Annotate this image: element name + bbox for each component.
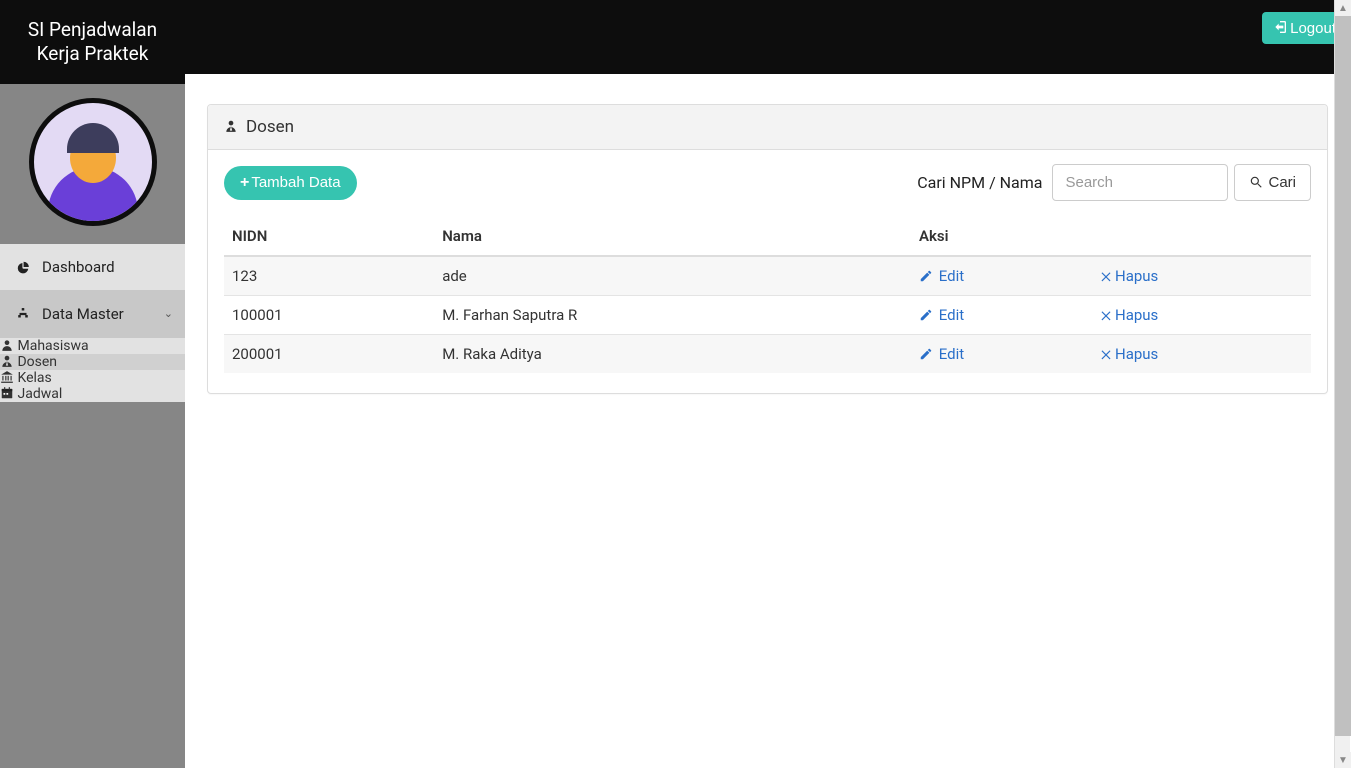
search-button-label: Cari xyxy=(1268,174,1296,191)
panel-title: Dosen xyxy=(246,117,294,137)
nav-label: Dosen xyxy=(17,354,57,370)
sidebar-item-kelas[interactable]: Kelas xyxy=(0,370,185,386)
brand-line1: SI Penjadwalan xyxy=(28,18,157,41)
cell-nidn: 200001 xyxy=(224,335,434,374)
scrollbar-thumb[interactable] xyxy=(1335,16,1351,736)
close-icon xyxy=(1099,270,1113,284)
logout-label: Logout xyxy=(1290,20,1336,37)
add-button[interactable]: + Tambah Data xyxy=(224,166,357,200)
col-nama: Nama xyxy=(434,217,911,256)
plus-icon: + xyxy=(240,174,249,192)
scrollbar[interactable]: ▲ ▼ xyxy=(1334,0,1350,768)
sidebar-item-dosen[interactable]: Dosen xyxy=(0,354,185,370)
pencil-icon xyxy=(919,309,933,323)
sub-nav: Mahasiswa Dosen Kelas xyxy=(0,338,185,402)
avatar xyxy=(29,98,157,226)
sitemap-icon xyxy=(14,307,32,321)
toolbar: + Tambah Data Cari NPM / Nama Cari xyxy=(224,164,1311,201)
calendar-icon xyxy=(0,386,17,402)
search-button[interactable]: Cari xyxy=(1234,164,1311,201)
sidebar-item-mahasiswa[interactable]: Mahasiswa xyxy=(0,338,185,354)
close-icon xyxy=(1099,348,1113,362)
dashboard-icon xyxy=(14,260,32,274)
user-icon xyxy=(0,338,17,354)
data-table: NIDN Nama Aksi 123ade EditHapus100001M. … xyxy=(224,217,1311,373)
pencil-icon xyxy=(919,348,933,362)
delete-link[interactable]: Hapus xyxy=(1099,267,1158,285)
cell-nidn: 100001 xyxy=(224,296,434,335)
nav-label: Kelas xyxy=(17,370,51,386)
sidebar-item-dashboard[interactable]: Dashboard xyxy=(0,244,185,291)
edit-link[interactable]: Edit xyxy=(919,267,964,285)
panel-dosen: Dosen + Tambah Data Cari NPM / Nama xyxy=(207,104,1328,394)
table-row: 100001M. Farhan Saputra R Edit Hapus xyxy=(224,296,1311,335)
pencil-icon xyxy=(919,270,933,284)
close-icon xyxy=(1099,309,1113,323)
cell-nama: M. Raka Aditya xyxy=(434,335,911,374)
nav-label: Dashboard xyxy=(42,258,115,276)
panel-header: Dosen xyxy=(208,105,1327,150)
cell-nidn: 123 xyxy=(224,256,434,296)
nav-label: Jadwal xyxy=(17,386,62,402)
edit-link[interactable]: Edit xyxy=(919,345,964,363)
delete-link[interactable]: Hapus xyxy=(1099,306,1158,324)
chevron-down-icon: ⌄ xyxy=(164,307,173,320)
logout-icon xyxy=(1272,19,1288,37)
user-tie-icon xyxy=(0,354,17,370)
brand: SI Penjadwalan Kerja Praktek xyxy=(0,0,185,84)
institution-icon xyxy=(0,370,17,386)
cell-nama: M. Farhan Saputra R xyxy=(434,296,911,335)
user-tie-icon xyxy=(224,119,238,135)
search-label: Cari NPM / Nama xyxy=(917,173,1042,192)
col-nidn: NIDN xyxy=(224,217,434,256)
edit-link[interactable]: Edit xyxy=(919,306,964,324)
avatar-container xyxy=(0,84,185,244)
search-icon xyxy=(1249,174,1263,191)
sidebar-item-data-master[interactable]: Data Master ⌄ xyxy=(0,291,185,338)
scroll-up-icon[interactable]: ▲ xyxy=(1335,0,1351,16)
main: Logout Dosen + Tambah Data xyxy=(185,0,1350,768)
col-aksi: Aksi xyxy=(911,217,1311,256)
table-row: 123ade Edit Hapus xyxy=(224,256,1311,296)
content: Dosen + Tambah Data Cari NPM / Nama xyxy=(185,74,1350,424)
nav-label: Data Master xyxy=(42,305,124,323)
sidebar-item-jadwal[interactable]: Jadwal xyxy=(0,386,185,402)
sidebar: SI Penjadwalan Kerja Praktek Dashboard xyxy=(0,0,185,768)
topbar: Logout xyxy=(185,0,1350,74)
table-row: 200001M. Raka Aditya Edit Hapus xyxy=(224,335,1311,374)
add-label: Tambah Data xyxy=(251,174,340,191)
nav: Dashboard Data Master ⌄ xyxy=(0,244,185,338)
cell-nama: ade xyxy=(434,256,911,296)
scroll-down-icon[interactable]: ▼ xyxy=(1335,752,1351,768)
delete-link[interactable]: Hapus xyxy=(1099,345,1158,363)
panel-body: + Tambah Data Cari NPM / Nama Cari xyxy=(208,150,1327,393)
brand-line2: Kerja Praktek xyxy=(37,42,149,65)
search-group: Cari NPM / Nama Cari xyxy=(917,164,1311,201)
nav-label: Mahasiswa xyxy=(17,338,88,354)
search-input[interactable] xyxy=(1052,164,1228,201)
